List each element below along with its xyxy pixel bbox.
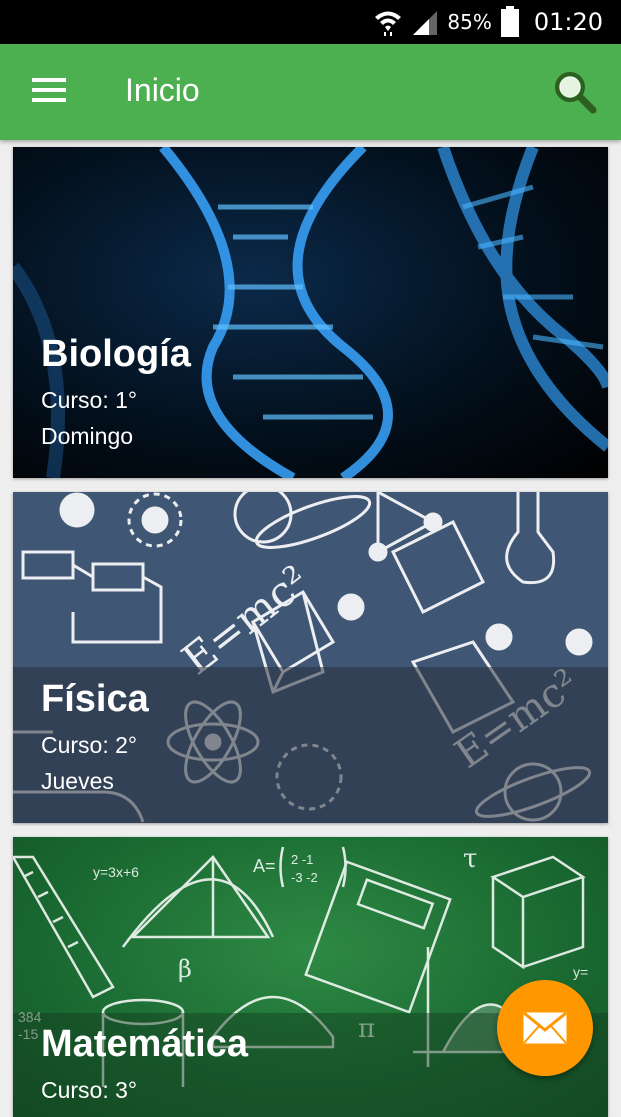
course-day: Jueves [41, 768, 114, 794]
battery-icon [500, 6, 519, 37]
svg-text:β: β [178, 955, 192, 983]
svg-text:y=: y= [573, 964, 588, 980]
compose-message-button[interactable] [497, 980, 593, 1076]
course-day: Domingo [41, 423, 134, 449]
wifi-icon [375, 11, 402, 36]
course-level: Curso: 1° [41, 387, 138, 413]
course-title: Física [41, 678, 149, 720]
search-icon [555, 72, 597, 114]
menu-button[interactable] [26, 74, 72, 110]
svg-text:τ: τ [463, 844, 477, 874]
status-indicators: 85% 01:20 [373, 0, 603, 44]
course-card-matematica[interactable]: A= 2 -1 -3 -2 τ β π 384 -15 y=3x+6 y= Ma… [13, 837, 608, 1117]
page-title: Inicio [125, 72, 200, 108]
search-button[interactable] [551, 68, 599, 116]
svg-text:y=3x+6: y=3x+6 [93, 864, 139, 880]
course-level: Curso: 3° [41, 1077, 138, 1103]
svg-text:2 -1: 2 -1 [291, 852, 313, 867]
app-bar: Inicio [0, 44, 621, 140]
menu-icon [26, 78, 72, 102]
svg-text:-3 -2: -3 -2 [291, 870, 318, 885]
course-title: Matemática [41, 1023, 248, 1065]
status-bar: 85% 01:20 [0, 0, 621, 44]
signal-icon [413, 11, 438, 35]
battery-percent: 85% [447, 10, 492, 34]
course-card-biologia[interactable]: Biología Curso: 1° Domingo [13, 147, 608, 478]
course-level: Curso: 2° [41, 732, 138, 758]
mail-icon [523, 1012, 567, 1044]
course-title: Biología [41, 333, 191, 375]
clock: 01:20 [533, 8, 603, 36]
course-card-fisica[interactable]: E=mc² E=mc² Física Curso: 2° Jueves [13, 492, 608, 823]
svg-text:A=: A= [253, 856, 276, 876]
